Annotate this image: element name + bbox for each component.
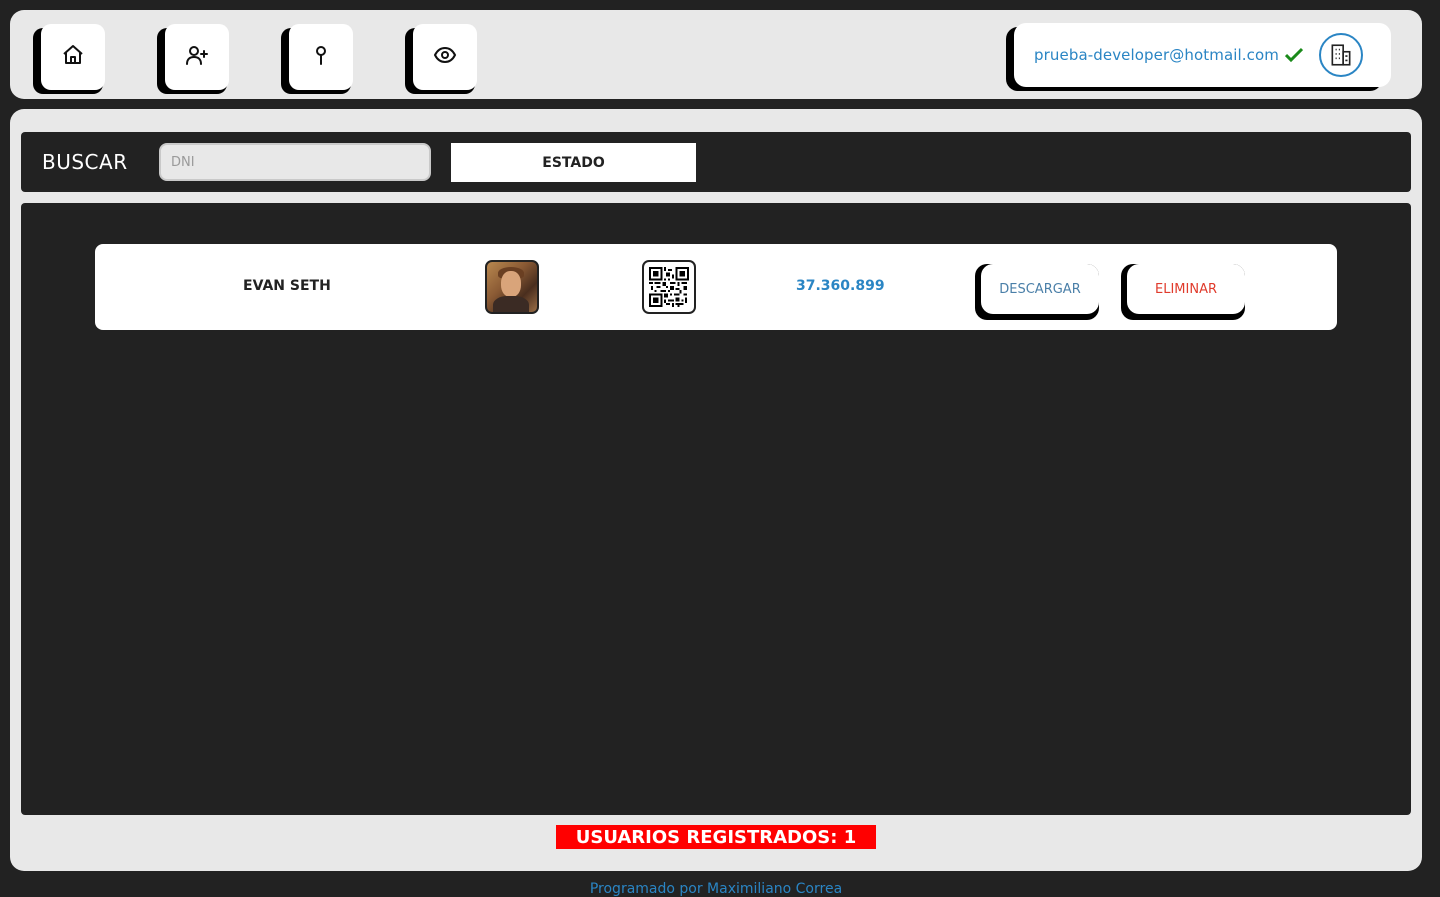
map-pin-icon: [309, 43, 333, 71]
add-user-icon: [185, 43, 209, 71]
dni-search-input[interactable]: [159, 143, 431, 181]
top-nav-bar: prueba-developer@hotmail.com: [10, 10, 1422, 99]
search-label: BUSCAR: [42, 150, 128, 174]
view-button[interactable]: [413, 24, 477, 90]
avatar: [485, 260, 539, 314]
user-name: EVAN SETH: [243, 278, 331, 294]
location-button[interactable]: [289, 24, 353, 90]
user-info: prueba-developer@hotmail.com: [1014, 23, 1391, 87]
nav-home[interactable]: [33, 24, 111, 94]
delete-button[interactable]: ELIMINAR: [1127, 264, 1245, 314]
building-icon[interactable]: [1319, 33, 1363, 77]
user-list: EVAN SETH 37.360.899 DESCARGAR ELIMINAR: [21, 203, 1411, 815]
nav-view[interactable]: [405, 24, 483, 94]
estado-button[interactable]: ESTADO: [451, 143, 696, 182]
check-icon: [1284, 47, 1303, 63]
qr-code-icon[interactable]: [642, 260, 696, 314]
nav-location[interactable]: [281, 24, 359, 94]
table-row: EVAN SETH 37.360.899 DESCARGAR ELIMINAR: [95, 244, 1337, 330]
home-icon: [61, 43, 85, 71]
add-user-button[interactable]: [165, 24, 229, 90]
download-button[interactable]: DESCARGAR: [981, 264, 1099, 314]
main-panel: BUSCAR ESTADO EVAN SETH: [10, 109, 1422, 871]
nav-add-user[interactable]: [157, 24, 235, 94]
registered-users-count: USUARIOS REGISTRADOS: 1: [556, 825, 876, 849]
home-button[interactable]: [41, 24, 105, 90]
search-bar: BUSCAR ESTADO: [21, 132, 1411, 192]
eye-icon: [433, 43, 457, 71]
user-email: prueba-developer@hotmail.com: [1034, 46, 1279, 64]
user-dni: 37.360.899: [796, 278, 885, 294]
